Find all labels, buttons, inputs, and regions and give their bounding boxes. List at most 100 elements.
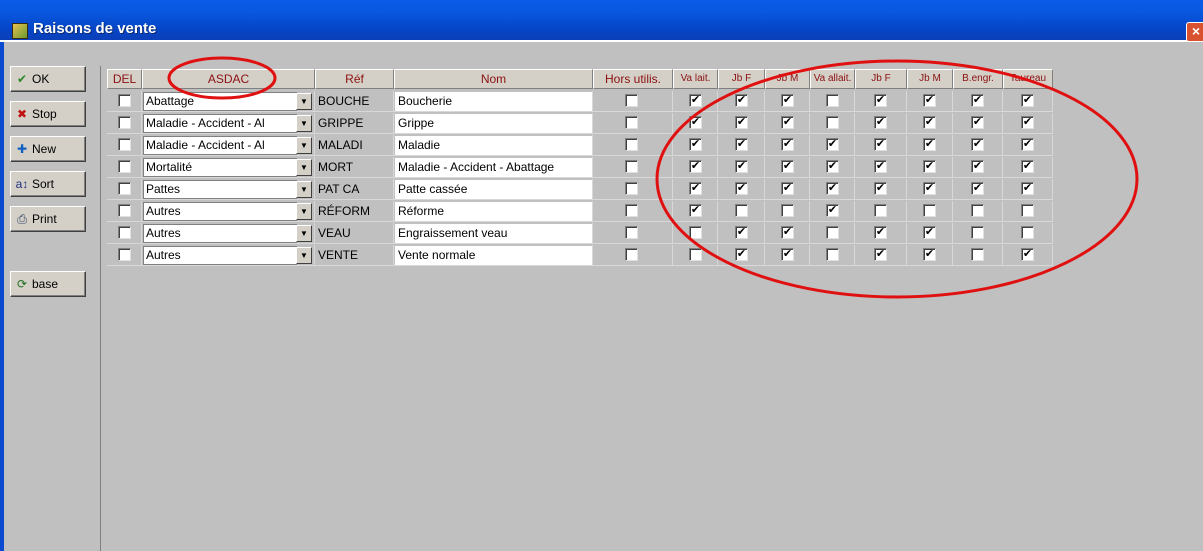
delete-checkbox[interactable] xyxy=(118,204,131,217)
hors-utilis-checkbox[interactable] xyxy=(625,248,638,261)
ref-cell[interactable]: VENTE xyxy=(315,246,393,265)
nom-cell[interactable]: Vente normale xyxy=(395,246,592,265)
asdac-dropdown[interactable]: Autres xyxy=(143,246,297,265)
ref-cell[interactable]: RÉFORM xyxy=(315,202,393,221)
category-checkbox[interactable]: ✔ xyxy=(874,94,887,107)
hors-utilis-checkbox[interactable] xyxy=(625,226,638,239)
ref-cell[interactable]: MALADI xyxy=(315,136,393,155)
category-checkbox[interactable]: ✔ xyxy=(971,116,984,129)
category-checkbox[interactable]: ✔ xyxy=(923,160,936,173)
category-checkbox[interactable]: ✔ xyxy=(735,160,748,173)
category-checkbox[interactable]: ✔ xyxy=(874,226,887,239)
category-checkbox[interactable]: ✔ xyxy=(1021,248,1034,261)
category-checkbox[interactable] xyxy=(826,248,839,261)
chevron-down-icon[interactable]: ▼ xyxy=(296,181,312,198)
category-checkbox[interactable]: ✔ xyxy=(923,116,936,129)
category-checkbox[interactable]: ✔ xyxy=(874,248,887,261)
category-checkbox[interactable]: ✔ xyxy=(781,94,794,107)
category-checkbox[interactable]: ✔ xyxy=(971,138,984,151)
chevron-down-icon[interactable]: ▼ xyxy=(296,225,312,242)
category-checkbox[interactable]: ✔ xyxy=(689,116,702,129)
column-header[interactable]: DEL xyxy=(107,69,142,89)
category-checkbox[interactable]: ✔ xyxy=(971,182,984,195)
asdac-dropdown[interactable]: Maladie - Accident - Al xyxy=(143,114,297,133)
category-checkbox[interactable] xyxy=(826,94,839,107)
category-checkbox[interactable]: ✔ xyxy=(1021,94,1034,107)
category-checkbox[interactable] xyxy=(971,226,984,239)
ref-cell[interactable]: BOUCHE xyxy=(315,92,393,111)
base-button[interactable]: ⟳ base xyxy=(10,271,86,297)
category-checkbox[interactable] xyxy=(1021,226,1034,239)
category-checkbox[interactable]: ✔ xyxy=(971,94,984,107)
category-checkbox[interactable]: ✔ xyxy=(689,182,702,195)
hors-utilis-checkbox[interactable] xyxy=(625,94,638,107)
category-checkbox[interactable]: ✔ xyxy=(1021,138,1034,151)
ref-cell[interactable]: PAT CA xyxy=(315,180,393,199)
hors-utilis-checkbox[interactable] xyxy=(625,138,638,151)
delete-checkbox[interactable] xyxy=(118,182,131,195)
category-checkbox[interactable]: ✔ xyxy=(735,248,748,261)
asdac-dropdown[interactable]: Mortalité xyxy=(143,158,297,177)
delete-checkbox[interactable] xyxy=(118,248,131,261)
nom-cell[interactable]: Réforme xyxy=(395,202,592,221)
delete-checkbox[interactable] xyxy=(118,138,131,151)
category-checkbox[interactable]: ✔ xyxy=(1021,160,1034,173)
asdac-dropdown[interactable]: Autres xyxy=(143,224,297,243)
category-checkbox[interactable]: ✔ xyxy=(781,248,794,261)
category-checkbox[interactable]: ✔ xyxy=(874,160,887,173)
category-checkbox[interactable]: ✔ xyxy=(735,138,748,151)
category-checkbox[interactable]: ✔ xyxy=(689,160,702,173)
hors-utilis-checkbox[interactable] xyxy=(625,182,638,195)
category-checkbox[interactable]: ✔ xyxy=(1021,182,1034,195)
category-checkbox[interactable] xyxy=(689,248,702,261)
category-checkbox[interactable] xyxy=(826,116,839,129)
delete-checkbox[interactable] xyxy=(118,116,131,129)
category-checkbox[interactable] xyxy=(923,204,936,217)
category-checkbox[interactable] xyxy=(826,226,839,239)
nom-cell[interactable]: Grippe xyxy=(395,114,592,133)
ok-button[interactable]: ✔ OK xyxy=(10,66,86,92)
column-header[interactable]: Va allait. xyxy=(810,69,855,89)
category-checkbox[interactable]: ✔ xyxy=(689,204,702,217)
category-checkbox[interactable] xyxy=(735,204,748,217)
ref-cell[interactable]: VEAU xyxy=(315,224,393,243)
column-header[interactable]: Jb M xyxy=(907,69,953,89)
category-checkbox[interactable]: ✔ xyxy=(781,138,794,151)
asdac-dropdown[interactable]: Autres xyxy=(143,202,297,221)
chevron-down-icon[interactable]: ▼ xyxy=(296,115,312,132)
nom-cell[interactable]: Patte cassée xyxy=(395,180,592,199)
category-checkbox[interactable]: ✔ xyxy=(826,204,839,217)
sort-button[interactable]: a↕ Sort xyxy=(10,171,86,197)
category-checkbox[interactable]: ✔ xyxy=(826,160,839,173)
category-checkbox[interactable] xyxy=(971,248,984,261)
nom-cell[interactable]: Maladie xyxy=(395,136,592,155)
category-checkbox[interactable]: ✔ xyxy=(923,226,936,239)
category-checkbox[interactable]: ✔ xyxy=(923,248,936,261)
nom-cell[interactable]: Maladie - Accident - Abattage xyxy=(395,158,592,177)
column-header[interactable]: Réf xyxy=(315,69,394,89)
nom-cell[interactable]: Engraissement veau xyxy=(395,224,592,243)
close-button[interactable]: × xyxy=(1186,22,1203,42)
ref-cell[interactable]: GRIPPE xyxy=(315,114,393,133)
category-checkbox[interactable]: ✔ xyxy=(923,138,936,151)
category-checkbox[interactable]: ✔ xyxy=(781,226,794,239)
chevron-down-icon[interactable]: ▼ xyxy=(296,93,312,110)
column-header[interactable]: Nom xyxy=(394,69,593,89)
asdac-dropdown[interactable]: Abattage xyxy=(143,92,297,111)
new-button[interactable]: ✚ New xyxy=(10,136,86,162)
category-checkbox[interactable]: ✔ xyxy=(1021,116,1034,129)
category-checkbox[interactable]: ✔ xyxy=(923,94,936,107)
category-checkbox[interactable]: ✔ xyxy=(781,160,794,173)
chevron-down-icon[interactable]: ▼ xyxy=(296,203,312,220)
print-button[interactable]: ⎙ Print xyxy=(10,206,86,232)
category-checkbox[interactable]: ✔ xyxy=(735,94,748,107)
delete-checkbox[interactable] xyxy=(118,226,131,239)
category-checkbox[interactable]: ✔ xyxy=(971,160,984,173)
category-checkbox[interactable]: ✔ xyxy=(735,226,748,239)
chevron-down-icon[interactable]: ▼ xyxy=(296,137,312,154)
category-checkbox[interactable]: ✔ xyxy=(781,182,794,195)
delete-checkbox[interactable] xyxy=(118,94,131,107)
category-checkbox[interactable] xyxy=(1021,204,1034,217)
asdac-dropdown[interactable]: Pattes xyxy=(143,180,297,199)
column-header[interactable]: Va lait. xyxy=(673,69,718,89)
